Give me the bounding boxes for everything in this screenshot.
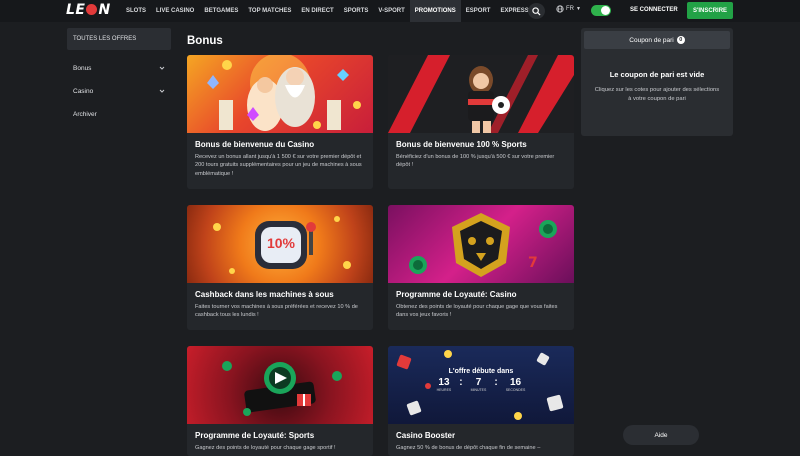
- promo-image-football-player: [388, 55, 574, 133]
- sidebar-item-label: Archiver: [73, 110, 97, 118]
- nav-slots[interactable]: SLOTS: [121, 0, 151, 22]
- promo-description: Obtenez des points de loyauté pour chaqu…: [396, 304, 558, 319]
- promo-description: Gagnez 50 % de bonus de dépôt chaque fin…: [396, 445, 541, 451]
- promo-description: Faites tourner vos machines à sous préfé…: [195, 304, 358, 319]
- countdown-hours: 13: [438, 377, 450, 388]
- cashback-badge: 10%: [266, 235, 296, 251]
- signup-button[interactable]: S'INSCRIRE: [687, 2, 733, 19]
- countdown-minutes: 7: [475, 377, 482, 388]
- theme-toggle[interactable]: [591, 5, 611, 16]
- nav-betgames[interactable]: BETGAMES: [199, 0, 243, 22]
- chevron-down-icon: ▼: [576, 6, 581, 12]
- bet-coupon-count-badge: 0: [676, 36, 685, 44]
- sidebar-item-casino[interactable]: Casino: [67, 80, 171, 102]
- login-button[interactable]: SE CONNECTER: [630, 7, 678, 13]
- countdown-separator: :: [459, 377, 463, 388]
- search-button[interactable]: [528, 3, 545, 19]
- page-title: Bonus: [187, 35, 223, 47]
- promo-card-casino-welcome[interactable]: Bonus de bienvenue du Casino Recevez un …: [187, 55, 373, 189]
- promo-image-dice: L'offre débute dans 13 HEURES : 7 MINUTE…: [388, 346, 574, 424]
- bet-coupon-tab-label: Coupon de pari: [629, 36, 674, 44]
- promo-description: Recevez un bonus allant jusqu'à 1 500 € …: [195, 154, 362, 177]
- promo-image-slot-machine: 10%: [187, 205, 373, 283]
- search-icon: [532, 6, 541, 16]
- sidebar-item-label: TOUTES LES OFFRES: [73, 36, 137, 42]
- promo-description: Gagnez des points de loyauté pour chaque…: [195, 445, 336, 451]
- bet-coupon-empty-title: Le coupon de pari est vide: [609, 70, 705, 79]
- promo-title: Casino Booster: [396, 431, 456, 440]
- nav-top-matches[interactable]: TOP MATCHES: [243, 0, 296, 22]
- promo-image-chips: [187, 346, 373, 424]
- globe-icon: [556, 5, 564, 13]
- countdown-hours-label: HEURES: [436, 388, 452, 392]
- promo-title: Cashback dans les machines à sous: [195, 290, 334, 299]
- nav-sports[interactable]: SPORTS: [339, 0, 374, 22]
- promo-title: Programme de Loyauté: Casino: [396, 290, 517, 299]
- promo-card-sports-welcome[interactable]: Bonus de bienvenue 100 % Sports Bénéfici…: [388, 55, 574, 189]
- promo-image-zeus: [187, 55, 373, 133]
- promo-title: Programme de Loyauté: Sports: [195, 431, 315, 440]
- logo[interactable]: LE N: [66, 2, 111, 18]
- help-button[interactable]: Aide: [623, 425, 699, 445]
- nav-promotions[interactable]: PROMOTIONS: [409, 0, 461, 22]
- svg-text:7: 7: [528, 255, 538, 271]
- sidebar-item-all-offers[interactable]: TOUTES LES OFFRES: [67, 28, 171, 50]
- top-bar: LE N SLOTS LIVE CASINO BETGAMES TOP MATCH…: [0, 0, 800, 22]
- chevron-down-icon: [159, 66, 165, 70]
- promo-card-cashback[interactable]: 10% Cashback dans les machines à sous Fa…: [187, 205, 373, 330]
- promo-title: Bonus de bienvenue 100 % Sports: [396, 140, 527, 149]
- nav-v-sport[interactable]: V-SPORT: [373, 0, 409, 22]
- language-selector[interactable]: FR ▼: [556, 5, 581, 13]
- sidebar-item-label: Bonus: [73, 64, 92, 72]
- countdown-separator: :: [494, 377, 498, 388]
- countdown-seconds: 16: [509, 377, 522, 388]
- bet-coupon-tab[interactable]: Coupon de pari 0: [584, 31, 730, 49]
- promo-description: Bénéficiez d'un bonus de 100 % jusqu'à 5…: [396, 154, 555, 169]
- countdown-seconds-label: SECONDES: [505, 388, 526, 392]
- promo-card-loyalty-casino[interactable]: 7 Programme de Loyauté: Casino Obtenez d…: [388, 205, 574, 330]
- sidebar-item-archive[interactable]: Archiver: [67, 103, 171, 125]
- countdown-minutes-label: MINUTES: [470, 388, 487, 392]
- sidebar-item-label: Casino: [73, 87, 94, 95]
- chevron-down-icon: [159, 89, 165, 93]
- sidebar: TOUTES LES OFFRES Bonus Casino Archiver: [67, 28, 171, 125]
- bet-coupon-panel: Coupon de pari 0 Le coupon de pari est v…: [581, 28, 733, 136]
- nav-live-casino[interactable]: LIVE CASINO: [151, 0, 199, 22]
- promo-title: Bonus de bienvenue du Casino: [195, 140, 315, 149]
- bet-coupon-empty-hint: Cliquez sur les cotes pour ajouter des s…: [594, 87, 720, 102]
- nav-esport[interactable]: ESPORT: [461, 0, 496, 22]
- countdown-timer: L'offre débute dans 13 HEURES : 7 MINUTE…: [388, 368, 574, 392]
- promo-card-casino-booster[interactable]: L'offre débute dans 13 HEURES : 7 MINUTE…: [388, 346, 574, 456]
- nav-en-direct[interactable]: EN DIRECT: [296, 0, 338, 22]
- language-label: FR: [566, 6, 574, 12]
- sidebar-item-bonus[interactable]: Bonus: [67, 57, 171, 79]
- promo-image-tiger-mask: 7: [388, 205, 574, 283]
- main-nav: SLOTS LIVE CASINO BETGAMES TOP MATCHES E…: [121, 0, 534, 22]
- promo-card-loyalty-sports[interactable]: Programme de Loyauté: Sports Gagnez des …: [187, 346, 373, 456]
- countdown-label: L'offre débute dans: [448, 368, 514, 375]
